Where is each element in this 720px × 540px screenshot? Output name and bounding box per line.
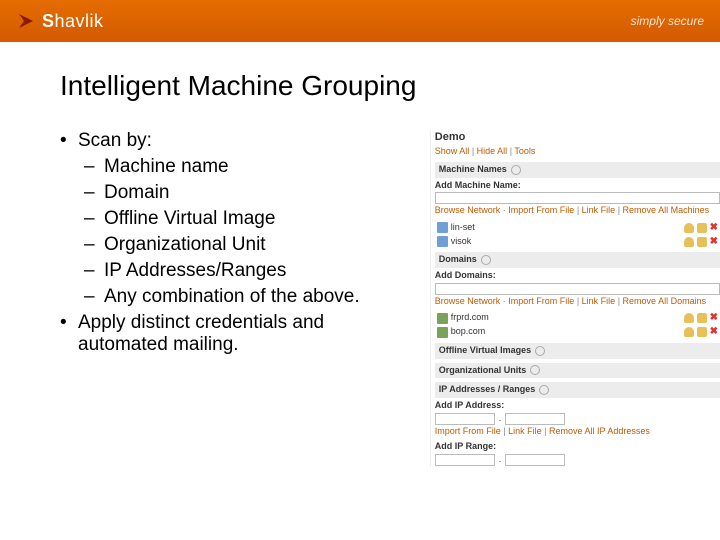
add-ip-address-label: Add IP Address: — [435, 400, 720, 412]
remove-icon[interactable]: ✖ — [710, 313, 718, 323]
remove-all-machines-link[interactable]: Remove All Machines — [623, 205, 710, 215]
add-domains-label: Add Domains: — [435, 270, 720, 282]
bullet-sub-item: Machine name — [78, 156, 418, 178]
ip-range-input[interactable] — [505, 454, 565, 466]
ip-octet-input[interactable] — [505, 413, 565, 425]
brand-name: Shavlik — [42, 11, 104, 32]
hide-all-link[interactable]: Hide All — [477, 146, 508, 156]
bullet-list: Scan by: Machine name Domain Offline Vir… — [60, 130, 418, 360]
domain-item-row: bop.com ✖ — [435, 325, 720, 339]
import-file-link[interactable]: Import From File — [508, 296, 574, 306]
browse-network-link[interactable]: Browse Network — [435, 296, 501, 306]
brand-tagline: simply secure — [631, 14, 704, 28]
section-ip[interactable]: IP Addresses / Ranges — [435, 382, 720, 398]
show-all-link[interactable]: Show All — [435, 146, 470, 156]
bullet-scan-by: Scan by: — [78, 130, 152, 151]
tools-link[interactable]: Tools — [514, 146, 535, 156]
remove-icon[interactable]: ✖ — [710, 327, 718, 337]
machine-item-row: visok ✖ — [435, 235, 720, 249]
machine-name-input[interactable] — [435, 192, 720, 204]
machine-icon — [437, 222, 448, 233]
import-file-link[interactable]: Import From File — [435, 426, 501, 436]
group-icon[interactable] — [697, 223, 707, 233]
domain-icon — [437, 313, 448, 324]
ip-octet-input[interactable] — [435, 413, 495, 425]
logo-icon — [16, 11, 36, 31]
remove-icon[interactable]: ✖ — [710, 237, 718, 247]
bullet-apply: Apply distinct credentials and automated… — [60, 312, 418, 356]
collapse-icon[interactable] — [530, 365, 540, 375]
group-icon[interactable] — [697, 327, 707, 337]
domain-item-row: frprd.com ✖ — [435, 311, 720, 325]
user-icon[interactable] — [684, 223, 694, 233]
remove-icon[interactable]: ✖ — [710, 223, 718, 233]
panel-title: Demo — [435, 130, 720, 144]
remove-all-ip-link[interactable]: Remove All IP Addresses — [549, 426, 650, 436]
collapse-icon[interactable] — [481, 255, 491, 265]
bullet-sub-item: Offline Virtual Image — [78, 208, 418, 230]
bullet-sub-item: IP Addresses/Ranges — [78, 260, 418, 282]
add-ip-range-label: Add IP Range: — [435, 441, 720, 453]
bullet-sub-item: Organizational Unit — [78, 234, 418, 256]
bullet-sub-item: Domain — [78, 182, 418, 204]
add-machine-label: Add Machine Name: — [435, 180, 720, 192]
browse-network-link[interactable]: Browse Network — [435, 205, 501, 215]
brand-logo: Shavlik — [16, 11, 104, 32]
link-file-link[interactable]: Link File — [582, 296, 616, 306]
section-domains[interactable]: Domains — [435, 252, 720, 268]
domain-icon — [437, 327, 448, 338]
user-icon[interactable] — [684, 237, 694, 247]
remove-all-domains-link[interactable]: Remove All Domains — [623, 296, 707, 306]
demo-panel: Demo Show All | Hide All | Tools Machine… — [430, 130, 720, 467]
import-file-link[interactable]: Import From File — [508, 205, 574, 215]
collapse-icon[interactable] — [535, 346, 545, 356]
section-ou[interactable]: Organizational Units — [435, 363, 720, 379]
domain-input[interactable] — [435, 283, 720, 295]
ip-range-input[interactable] — [435, 454, 495, 466]
user-icon[interactable] — [684, 313, 694, 323]
collapse-icon[interactable] — [539, 385, 549, 395]
bullet-sub-item: Any combination of the above. — [78, 286, 418, 308]
section-offline-virtual[interactable]: Offline Virtual Images — [435, 343, 720, 359]
machine-icon — [437, 236, 448, 247]
group-icon[interactable] — [697, 313, 707, 323]
group-icon[interactable] — [697, 237, 707, 247]
user-icon[interactable] — [684, 327, 694, 337]
machine-item-row: lin-set ✖ — [435, 221, 720, 235]
link-file-link[interactable]: Link File — [508, 426, 542, 436]
link-file-link[interactable]: Link File — [582, 205, 616, 215]
section-machine-names[interactable]: Machine Names — [435, 162, 720, 178]
page-title: Intelligent Machine Grouping — [60, 70, 720, 102]
brand-header: Shavlik simply secure — [0, 0, 720, 42]
collapse-icon[interactable] — [511, 165, 521, 175]
panel-top-links: Show All | Hide All | Tools — [435, 146, 720, 158]
